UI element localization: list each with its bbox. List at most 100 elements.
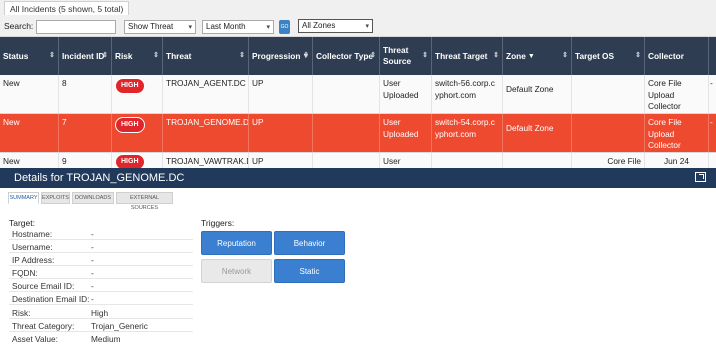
sort-icon[interactable]: ⇕ [493,51,499,59]
field-value: - [91,281,94,291]
cell-progression: UP [249,153,313,168]
trigger-static-button[interactable]: Static [274,259,345,283]
tab-downloads[interactable]: DOWNLOADS [72,192,114,204]
cell-risk: HIGH [112,153,163,168]
risk-badge: HIGH [115,154,145,168]
zone-filter-value: All Zones [302,21,336,30]
cell-threat-target: switch-56.corp.cyphort.com [432,75,503,113]
table-row[interactable]: New 9 HIGH TROJAN_VAWTRAK.DC UP User Cor… [0,153,716,168]
col-collector[interactable]: Collector [645,37,709,75]
col-threat-target[interactable]: Threat Target ⇕ [432,37,503,75]
col-status-label: Status [3,50,29,61]
period-filter-value: Last Month [206,22,246,31]
field-value: - [91,294,94,304]
target-field-row: Risk: High [9,308,193,319]
col-risk-label: Risk [115,50,133,61]
cell-target-os [572,75,645,113]
target-field-row: FQDN: - [9,268,193,279]
cell-incident-id: 7 [59,114,112,152]
sort-icon[interactable]: ⇕ [562,51,568,59]
col-target-os[interactable]: Target OS ⇕ [572,37,645,75]
col-threat-source[interactable]: Threat Source ⇕ [380,37,432,75]
cell-collector-type [313,75,380,113]
cell-threat[interactable]: TROJAN_GENOME.DC [163,114,249,152]
cell-threat[interactable]: TROJAN_VAWTRAK.DC [163,153,249,168]
cell-threat-target: switch-54.corp.cyphort.com [432,114,503,152]
go-button[interactable]: GO [279,20,290,34]
tab-summary[interactable]: SUMMARY [8,192,39,204]
search-label: Search: [4,21,34,31]
col-status[interactable]: Status ⇕ [0,37,59,75]
table-row[interactable]: New 8 HIGH TROJAN_AGENT.DC UP User Uploa… [0,75,716,114]
chevron-down-icon: ▾ [365,23,369,30]
field-label: Risk: [12,308,31,318]
col-incident-id[interactable]: Incident ID ⇕ [59,37,112,75]
field-value: Medium [91,334,121,344]
cell-collector: Jun 24 [645,153,709,168]
chevron-down-icon: ▾ [188,24,192,31]
cell-zone [503,153,572,168]
period-filter-select[interactable]: Last Month ▾ [202,20,274,34]
col-zone[interactable]: Zone ▼ ⇕ [503,37,572,75]
sort-icon[interactable]: ⇕ [153,51,159,59]
col-progression-label: Progression [252,50,301,61]
threat-filter-select[interactable]: Show Threat ▾ [124,20,196,34]
target-section-title: Target: [9,218,35,228]
sort-icon[interactable]: ⇕ [635,51,641,59]
cell-zone: Default Zone [503,114,572,152]
field-label: Hostname: [12,229,53,239]
field-label: FQDN: [12,268,38,278]
zone-filter-select[interactable]: All Zones ▾ [298,19,373,33]
trigger-behavior-button[interactable]: Behavior [274,231,345,255]
col-progression[interactable]: Progression ▼ ⇕ [249,37,313,75]
field-label: Source Email ID: [12,281,75,291]
cell-target-os [572,114,645,152]
details-panel: Details for TROJAN_GENOME.DC SUMMARY EXP… [0,168,716,347]
cell-threat[interactable]: TROJAN_AGENT.DC [163,75,249,113]
tab-all-incidents[interactable]: All Incidents (5 shown, 5 total) [4,1,130,15]
field-value: - [91,268,94,278]
field-value: High [91,308,109,318]
field-label: Destination Email ID: [12,294,90,304]
col-threat-target-label: Threat Target [435,50,488,61]
cell-incident-id: 9 [59,153,112,168]
expand-icon[interactable] [695,172,706,182]
field-value: - [91,242,94,252]
cell-target-os: Core File [572,153,645,168]
col-threat[interactable]: Threat ⇕ [163,37,249,75]
search-input[interactable] [36,20,116,34]
tab-exploits[interactable]: EXPLOITS [41,192,70,204]
sort-icon[interactable]: ⇕ [49,51,55,59]
sort-icon[interactable]: ⇕ [239,51,245,59]
sort-icon[interactable]: ⇕ [370,51,376,59]
trigger-network-button[interactable]: Network [201,259,272,283]
target-field-row: Username: - [9,242,193,253]
sort-icon[interactable]: ⇕ [303,51,309,59]
threat-filter-value: Show Threat [128,22,174,31]
details-header: Details for TROJAN_GENOME.DC [0,168,716,188]
col-risk[interactable]: Risk ⇕ [112,37,163,75]
table-row-selected[interactable]: New 7 HIGH TROJAN_GENOME.DC UP User Uplo… [0,114,716,153]
col-target-os-label: Target OS [575,50,615,61]
col-collector-type[interactable]: Collector Type ⇕ [313,37,380,75]
cell-collector-type [313,153,380,168]
cell-incident-id: 8 [59,75,112,113]
sort-icon[interactable]: ⇕ [102,51,108,59]
tab-external-sources[interactable]: EXTERNAL SOURCES [116,192,173,211]
cell-collector: Core File Upload Collector [645,75,709,113]
filter-icon[interactable]: ▼ [528,53,535,60]
cell-collector: Core File Upload Collector [645,114,709,152]
target-field-row: Destination Email ID: - [9,294,193,305]
col-threat-label: Threat [166,50,192,61]
field-value: - [91,255,94,265]
trigger-reputation-button[interactable]: Reputation [201,231,272,255]
cell-threat-target [432,153,503,168]
cell-threat-source: User Uploaded [380,75,432,113]
target-field-row: IP Address: - [9,255,193,266]
cell-collector-type [313,114,380,152]
cell-extra: - [710,117,713,127]
sort-icon[interactable]: ⇕ [422,51,428,59]
incident-table-header: Status ⇕ Incident ID ⇕ Risk ⇕ Threat ⇕ Progr… [0,37,716,75]
cell-status: New [0,75,59,113]
cell-status: New [0,153,59,168]
